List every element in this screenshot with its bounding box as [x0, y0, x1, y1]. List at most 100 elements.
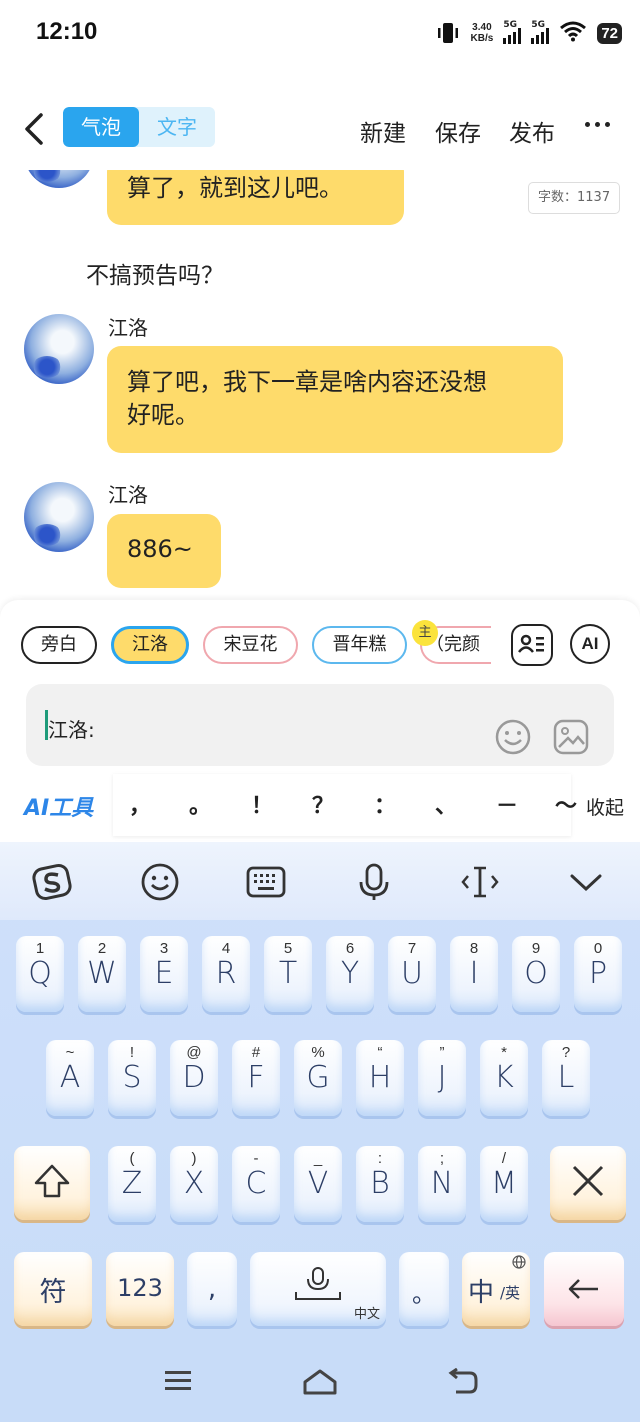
ai-tools-button[interactable]: AI工具 [24, 790, 93, 822]
emoji-keyboard-icon[interactable] [138, 860, 182, 904]
key-q[interactable]: 1Q [16, 936, 64, 1012]
system-nav-bar [0, 1342, 640, 1422]
punct-exclaim[interactable]: ！ [251, 788, 273, 820]
message-input[interactable]: 江洛: [26, 684, 614, 766]
punct-enum-comma[interactable]: 、 [435, 788, 457, 820]
key-p[interactable]: 0P [574, 936, 622, 1012]
new-button[interactable]: 新建 [360, 114, 406, 148]
keyboard-toolbar [0, 842, 640, 920]
punct-period[interactable]: 。 [189, 788, 211, 820]
compose-panel: 旁白 江洛 宋豆花 晋年糕 （完颜 主 AI 江洛: AI工具 ， 。 ！ ？ … [0, 600, 640, 842]
comma-key[interactable]: , [187, 1252, 237, 1326]
image-icon[interactable] [552, 718, 590, 760]
sogou-logo-icon[interactable] [30, 860, 74, 904]
hide-keyboard-icon[interactable] [564, 860, 608, 904]
chat-area[interactable]: 算了，就到这儿吧。 字数：1137 不搞预告吗？ 江洛 算了吧，我下一章是啥内容… [0, 170, 640, 600]
key-l[interactable]: ? L [542, 1040, 590, 1116]
home-icon[interactable] [302, 1368, 338, 1400]
microphone-icon[interactable] [352, 860, 396, 904]
protagonist-badge: 主 [412, 620, 438, 646]
language-switch-key[interactable]: 中 /英 [462, 1252, 530, 1326]
shift-key[interactable] [14, 1146, 90, 1220]
key-v[interactable]: _ V [294, 1146, 342, 1222]
punct-tilde[interactable]: ～ [555, 788, 577, 820]
collapse-button[interactable]: 收起 [586, 793, 624, 820]
speaker-name: 江洛 [108, 483, 148, 507]
tab-text[interactable]: 文字 [139, 107, 215, 147]
punct-comma[interactable]: ， [129, 788, 151, 820]
punct-dash[interactable]: － [496, 788, 518, 820]
emoji-icon[interactable] [494, 718, 532, 760]
message-bubble[interactable]: 算了吧，我下一章是啥内容还没想 好呢。 [107, 346, 563, 453]
key-m[interactable]: / M [480, 1146, 528, 1222]
avatar [24, 170, 94, 188]
key-o[interactable]: 9O [512, 936, 560, 1012]
back-icon[interactable] [22, 112, 46, 146]
word-count-badge: 字数：1137 [528, 182, 621, 214]
punct-colon[interactable]: ： [374, 788, 396, 820]
key-h[interactable]: “H [356, 1040, 404, 1116]
vibrate-icon [435, 21, 461, 45]
publish-button[interactable]: 发布 [509, 114, 555, 148]
save-button[interactable]: 保存 [435, 114, 481, 148]
more-icon[interactable] [585, 122, 610, 127]
role-chip-jiangluo[interactable]: 江洛 [111, 626, 189, 664]
status-icons: 3.40 KB/s 5G 5G 72 [435, 20, 622, 46]
back-nav-icon[interactable] [446, 1367, 478, 1400]
number-key[interactable]: 123 [106, 1252, 174, 1326]
battery-icon: 72 [597, 22, 622, 44]
key-n[interactable]: ; N [418, 1146, 466, 1222]
signal-sim1-icon: 5G [503, 20, 522, 44]
avatar [24, 314, 94, 384]
signal-sim2-icon: 5G [531, 20, 550, 44]
symbol-key[interactable]: 符 [14, 1252, 92, 1326]
message-bubble[interactable]: 886~ [107, 514, 221, 588]
globe-icon [512, 1254, 526, 1273]
wifi-icon [559, 20, 587, 46]
mode-toggle: 气泡 文字 [63, 107, 215, 147]
enter-key[interactable] [544, 1252, 624, 1326]
key-e[interactable]: 3E [140, 936, 188, 1012]
key-i[interactable]: 8I [450, 936, 498, 1012]
avatar [24, 482, 94, 552]
punct-question[interactable]: ？ [312, 788, 334, 820]
ai-assistant-button[interactable]: AI [570, 624, 610, 664]
status-bar: 12:10 3.40 KB/s 5G 5G 72 [0, 0, 640, 70]
role-chip-narrator[interactable]: 旁白 [21, 626, 97, 664]
menu-icon[interactable] [164, 1368, 192, 1398]
key-t[interactable]: 5T [264, 936, 312, 1012]
message-input-text[interactable]: 江洛: [48, 714, 95, 743]
role-list-icon[interactable] [511, 624, 553, 666]
backspace-key[interactable] [550, 1146, 626, 1220]
soft-keyboard: 1Q2W3E4R5T6Y7U8I9O0P ~ A! S @ D # F% G “H” J * K? L … [0, 842, 640, 1342]
clock: 12:10 [36, 18, 98, 45]
key-z[interactable]: (Z [108, 1146, 156, 1222]
key-k[interactable]: * K [480, 1040, 528, 1116]
key-b[interactable]: :B [356, 1146, 404, 1222]
key-r[interactable]: 4R [202, 936, 250, 1012]
key-y[interactable]: 6Y [326, 936, 374, 1012]
period-key[interactable]: 。 [399, 1252, 449, 1326]
message-bubble[interactable]: 算了，就到这儿吧。 [107, 170, 404, 225]
role-chip-jinniangao[interactable]: 晋年糕 [312, 626, 407, 664]
role-chip-songdouhua[interactable]: 宋豆花 [203, 626, 298, 664]
key-c[interactable]: -C [232, 1146, 280, 1222]
key-d[interactable]: @ D [170, 1040, 218, 1116]
key-a[interactable]: ~ A [46, 1040, 94, 1116]
narration-text[interactable]: 不搞预告吗？ [86, 256, 224, 290]
key-w[interactable]: 2W [78, 936, 126, 1012]
key-j[interactable]: ” J [418, 1040, 466, 1116]
key-g[interactable]: % G [294, 1040, 342, 1116]
cursor-move-icon[interactable] [458, 860, 502, 904]
network-speed: 3.40 KB/s [470, 22, 494, 44]
key-u[interactable]: 7U [388, 936, 436, 1012]
key-f[interactable]: # F [232, 1040, 280, 1116]
key-x[interactable]: ) X [170, 1146, 218, 1222]
tab-bubble[interactable]: 气泡 [63, 107, 139, 147]
editor-header: 气泡 文字 新建 保存 发布 [0, 96, 640, 166]
space-key[interactable]: 中文 [250, 1252, 386, 1326]
key-s[interactable]: ! S [108, 1040, 156, 1116]
punctuation-bar: ， 。 ！ ？ ： 、 － ～ [113, 774, 577, 836]
speaker-name: 江洛 [108, 316, 148, 340]
keyboard-switch-icon[interactable] [244, 860, 288, 904]
